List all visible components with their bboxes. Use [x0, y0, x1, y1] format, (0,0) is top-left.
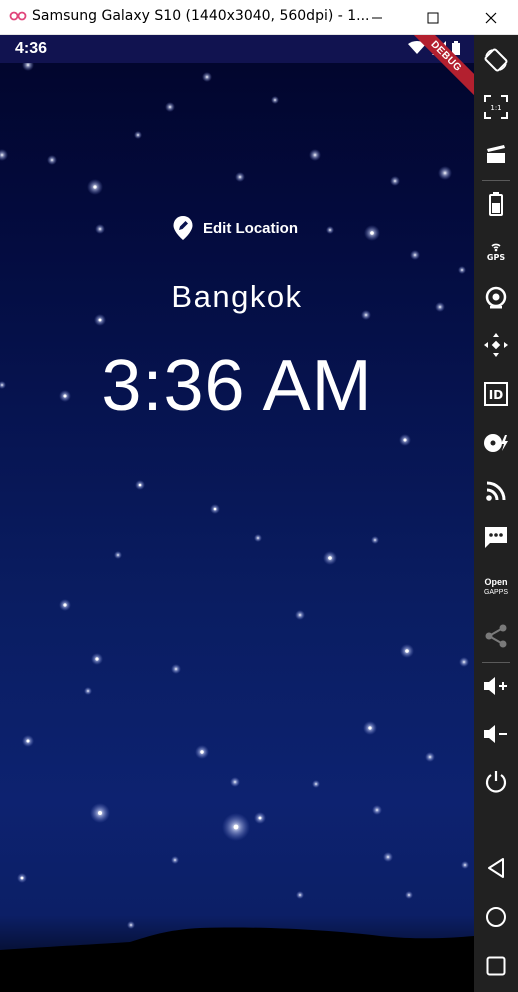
opengapps-icon: Open GAPPS: [483, 576, 509, 597]
id-icon: ID: [484, 382, 508, 406]
power-button[interactable]: [474, 760, 518, 804]
volume-up-button[interactable]: [474, 664, 518, 708]
minimize-button[interactable]: [352, 0, 402, 35]
edit-location-button[interactable]: Edit Location: [172, 215, 298, 241]
volume-up-icon: [484, 677, 507, 695]
status-time: 4:36: [15, 40, 48, 57]
volume-down-icon: [484, 725, 507, 743]
maximize-button[interactable]: [408, 0, 458, 35]
close-icon: [485, 12, 497, 23]
toolbar-separator: [482, 180, 510, 181]
move-button[interactable]: [474, 323, 518, 367]
minimize-icon: [372, 17, 382, 18]
status-bar: 4:36 DEBUG: [0, 35, 474, 98]
svg-text:ID: ID: [489, 388, 503, 402]
share-icon: [485, 624, 507, 648]
opengapps-line2: GAPPS: [483, 588, 509, 596]
emulator-toolbar: 1:1 GPS ID Open GAPPS: [474, 35, 518, 992]
edit-location-label: Edit Location: [203, 219, 298, 237]
disk-button[interactable]: [474, 421, 518, 465]
back-triangle-icon: [488, 858, 504, 878]
window-title: Samsung Galaxy S10 (1440x3040, 560dpi) -…: [32, 8, 370, 24]
move-icon: [484, 333, 508, 357]
webcam-icon: [485, 286, 507, 309]
camera-button[interactable]: [474, 276, 518, 320]
recents-button[interactable]: [474, 944, 518, 988]
battery-icon: [489, 192, 503, 216]
open-gapps-button[interactable]: Open GAPPS: [474, 565, 518, 609]
power-icon: [485, 771, 507, 793]
location-pin-edit-icon: [173, 216, 193, 240]
gps-icon: GPS: [487, 243, 505, 262]
svg-text:GPS: GPS: [487, 253, 505, 262]
battery-button[interactable]: [474, 182, 518, 226]
gps-button[interactable]: GPS: [474, 229, 518, 273]
fullscreen-icon: 1:1: [484, 95, 508, 119]
identifiers-button[interactable]: ID: [474, 372, 518, 416]
phone-screen: 4:36 DEBUG Edit Location Bangkok 3:36 AM: [0, 35, 474, 992]
fullscreen-button[interactable]: 1:1: [474, 85, 518, 129]
toolbar-separator: [482, 662, 510, 663]
app-logo-icon: [9, 11, 27, 21]
maximize-icon: [427, 12, 439, 23]
opengapps-line1: Open: [484, 576, 508, 587]
disk-icon: [484, 434, 508, 452]
window-title-bar: Samsung Galaxy S10 (1440x3040, 560dpi) -…: [0, 0, 518, 35]
local-time: 3:36 AM: [101, 346, 373, 426]
clapperboard-icon: [487, 145, 505, 163]
starry-sky-background: [0, 59, 469, 929]
city-name: Bangkok: [171, 279, 303, 314]
back-button[interactable]: [474, 846, 518, 890]
home-button[interactable]: [474, 895, 518, 939]
close-button[interactable]: [466, 0, 516, 35]
svg-text:1:1: 1:1: [490, 104, 501, 112]
screen-record-button[interactable]: [474, 132, 518, 176]
network-button[interactable]: [474, 469, 518, 513]
rotate-button[interactable]: [474, 38, 518, 82]
volume-down-button[interactable]: [474, 712, 518, 756]
horizon-silhouette: [0, 927, 474, 992]
home-circle-icon: [486, 907, 506, 927]
recents-square-icon: [486, 956, 506, 976]
rss-icon: [486, 481, 506, 501]
share-button[interactable]: [474, 614, 518, 658]
message-icon: [485, 527, 507, 548]
rotate-icon: [484, 48, 508, 72]
sms-button[interactable]: [474, 516, 518, 560]
